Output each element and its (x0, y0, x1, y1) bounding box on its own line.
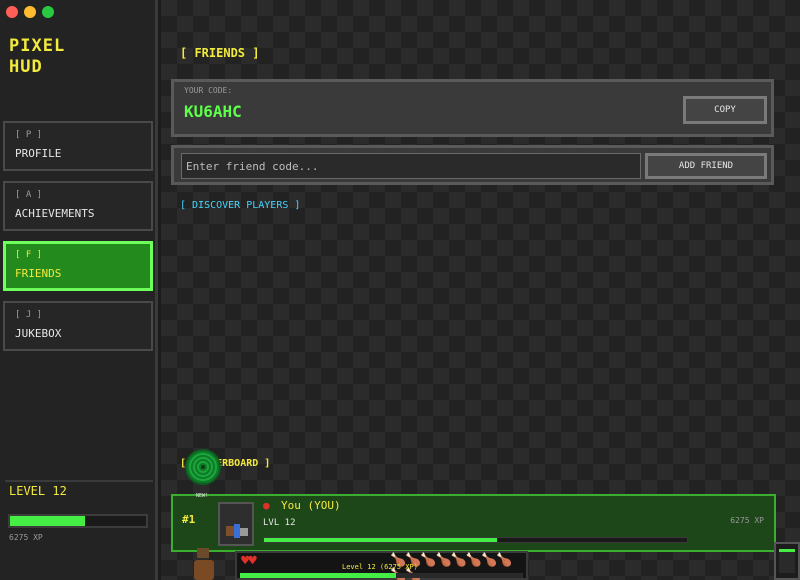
nav-label-profile: PROFILE (15, 147, 62, 160)
app-title: PIXEL HUD (9, 36, 65, 78)
hud-xp-fill (240, 573, 396, 578)
leaderboard-player-xp: 6275 XP (730, 516, 764, 525)
close-window-button[interactable] (6, 6, 18, 18)
nav-key-profile: [ P ] (15, 130, 43, 140)
leaderboard-player-name: You (YOU) (281, 499, 341, 512)
nav-label-achievements: ACHIEVEMENTS (15, 207, 95, 220)
character-head (197, 548, 209, 558)
nav-key-friends: [ F ] (15, 250, 43, 260)
player-character-icon (193, 548, 215, 580)
xp-progress-bar (8, 514, 148, 528)
nav-key-jukebox: [ J ] (15, 310, 43, 320)
xp-progress-fill (10, 516, 85, 526)
leaderboard-progress-bar (263, 537, 688, 543)
hud-xp-bar (240, 573, 523, 578)
nav-label-friends: FRIENDS (15, 267, 62, 280)
add-friend-panel: ADD FRIEND (171, 145, 774, 185)
friend-code-value: KU6AHC (184, 102, 242, 121)
zoom-window-button[interactable] (42, 6, 54, 18)
sidebar: PIXEL HUD [ P ] PROFILE [ A ] ACHIEVEMEN… (0, 0, 158, 580)
sidebar-divider (5, 480, 153, 482)
nav-item-friends[interactable]: [ F ] FRIENDS (3, 241, 153, 291)
apple-icon: ● (263, 499, 270, 512)
friend-code-input[interactable] (181, 153, 641, 179)
game-hud: ♥♥ 🍗🍗🍗🍗🍗🍗🍗🍗🍗🍗 Level 12 (6275 XP) (235, 551, 528, 580)
character-body (194, 560, 214, 580)
avatar (218, 502, 254, 546)
main-panel: [ FRIENDS ] YOUR CODE: KU6AHC COPY ADD F… (161, 0, 800, 580)
level-label: LEVEL 12 (9, 484, 67, 498)
friend-code-panel: YOUR CODE: KU6AHC COPY (171, 79, 774, 137)
copy-code-button[interactable]: COPY (683, 96, 767, 124)
mini-status-widget[interactable] (774, 542, 800, 580)
friend-code-caption: YOUR CODE: (184, 86, 233, 95)
xp-text: 6275 XP (9, 533, 43, 542)
nav-label-jukebox: JUKEBOX (15, 327, 62, 340)
hud-level-label: Level 12 (6275 XP) (342, 563, 418, 571)
discover-players-link[interactable]: [ DISCOVER PLAYERS ] (180, 200, 300, 211)
nav-item-achievements[interactable]: [ A ] ACHIEVEMENTS (3, 181, 153, 231)
nav-item-jukebox[interactable]: [ J ] JUKEBOX (3, 301, 153, 351)
leaderboard-row[interactable]: #1 ● You (YOU) LVL 12 6275 XP (171, 494, 776, 552)
leaderboard-progress-fill (264, 538, 497, 542)
leaderboard-player-level: LVL 12 (263, 518, 296, 528)
app-title-line1: PIXEL (9, 36, 66, 56)
window-controls (6, 6, 54, 18)
friends-title: [ FRIENDS ] (180, 46, 260, 60)
add-friend-button[interactable]: ADD FRIEND (645, 153, 767, 179)
leaderboard-rank: #1 (182, 513, 196, 526)
app-title-line2: HUD (9, 57, 43, 77)
vinyl-record-icon[interactable] (185, 449, 221, 485)
nav-item-profile[interactable]: [ P ] PROFILE (3, 121, 153, 171)
mini-widget-screen (779, 549, 795, 573)
avatar-pixel (240, 528, 248, 536)
new-badge: NEW! (196, 493, 209, 499)
nav-key-achievements: [ A ] (15, 190, 43, 200)
heart-icons: ♥♥ (241, 553, 257, 569)
minimize-window-button[interactable] (24, 6, 36, 18)
